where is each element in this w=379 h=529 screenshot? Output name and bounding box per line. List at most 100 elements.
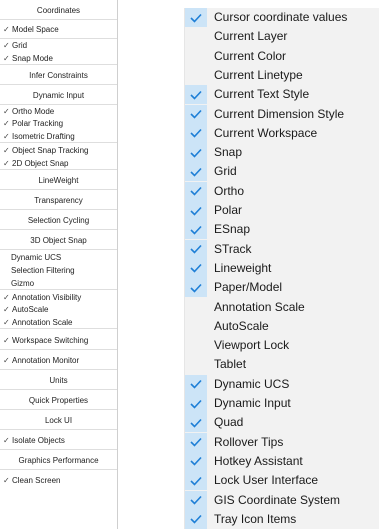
menu-item[interactable]: Cursor coordinate values	[185, 8, 379, 27]
customization-item[interactable]: Dynamic UCS	[0, 251, 117, 264]
checkmark-icon: ✓	[3, 25, 10, 34]
customization-item[interactable]: ✓ Clean Screen	[0, 471, 117, 490]
menu-item[interactable]: Rollover Tips	[185, 432, 379, 452]
customization-item[interactable]: Coordinates	[0, 1, 117, 20]
customization-item-label: Workspace Switching	[12, 336, 89, 345]
customization-item-label: Isometric Drafting	[12, 132, 75, 141]
menu-item[interactable]: Current Text Style	[185, 85, 379, 105]
checkmark-icon	[185, 8, 207, 27]
menu-item[interactable]: Dynamic UCS	[185, 374, 379, 394]
menu-item-label: Rollover Tips	[214, 434, 284, 449]
menu-item-label: Current Text Style	[214, 87, 310, 102]
customization-item[interactable]: ✓ Snap Mode	[0, 52, 117, 65]
customization-item[interactable]: Quick Properties	[0, 391, 117, 410]
menu-item[interactable]: Lock User Interface	[185, 471, 379, 491]
checkmark-icon	[185, 413, 207, 433]
customization-item[interactable]: Transparency	[0, 191, 117, 210]
menu-item[interactable]: Annotation Scale	[185, 298, 379, 317]
menu-item[interactable]: Lineweight	[185, 258, 379, 278]
menu-item-label: Grid	[214, 164, 237, 179]
menu-item[interactable]: ESnap	[185, 220, 379, 240]
checkmark-icon: ✓	[3, 436, 10, 445]
menu-item-label: GIS Coordinate System	[214, 492, 341, 507]
menu-item[interactable]: Viewport Lock	[185, 336, 379, 355]
customization-item[interactable]: Gizmo	[0, 277, 117, 290]
customization-item-label: Snap Mode	[12, 54, 53, 63]
menu-item[interactable]: Current Workspace	[185, 123, 379, 143]
customization-item-label: 2D Object Snap	[12, 159, 69, 168]
menu-item[interactable]: Tablet	[185, 355, 379, 374]
menu-item-label: Current Layer	[214, 29, 288, 44]
menu-item-label: Ortho	[214, 183, 245, 198]
customization-item[interactable]: ✓ Model Space	[0, 20, 117, 39]
status-bar-context-menu: Cursor coordinate values Current Layer Cur…	[184, 8, 379, 529]
customization-item[interactable]: ✓ 2D Object Snap	[0, 157, 117, 170]
customization-item[interactable]: ✓ Polar Tracking	[0, 118, 117, 130]
menu-item-label: Lineweight	[214, 260, 272, 275]
customization-item[interactable]: ✓ Annotation Visibility	[0, 292, 117, 304]
checkmark-icon	[185, 181, 207, 201]
menu-item[interactable]: Current Layer	[185, 27, 379, 46]
customization-item-label: Selection Cycling	[27, 216, 90, 225]
menu-item-label: Current Workspace	[214, 125, 318, 140]
menu-item-label: Polar	[214, 203, 243, 217]
menu-item[interactable]: Grid	[185, 162, 379, 182]
customization-item-label: Quick Properties	[28, 396, 89, 405]
menu-item[interactable]: Current Color	[185, 47, 379, 66]
menu-item[interactable]: Paper/Model	[185, 278, 379, 298]
customization-item-label: Isolate Objects	[12, 436, 65, 445]
customization-item-label: Selection Filtering	[11, 266, 75, 275]
checkmark-icon	[185, 258, 207, 278]
checkmark-icon	[185, 490, 207, 510]
customization-item[interactable]: Infer Constraints	[0, 66, 117, 85]
customization-item[interactable]: ✓ Annotation Scale	[0, 316, 117, 329]
checkmark-icon: ✓	[3, 54, 10, 63]
customization-item[interactable]: ✓ Annotation Monitor	[0, 351, 117, 370]
menu-item[interactable]: Current Dimension Style	[185, 104, 379, 124]
checkmark-icon	[185, 143, 207, 163]
customization-item[interactable]: ✓ Ortho Mode	[0, 106, 117, 118]
menu-item[interactable]: Polar	[185, 201, 379, 220]
customization-item-label: Dynamic Input	[32, 91, 85, 100]
customization-item[interactable]: ✓ Object Snap Tracking	[0, 145, 117, 157]
customization-item[interactable]: ✓ Workspace Switching	[0, 331, 117, 350]
customization-item[interactable]: Selection Cycling	[0, 211, 117, 230]
menu-item[interactable]: Tray Icon Items	[185, 509, 379, 529]
menu-item[interactable]: Dynamic Input	[185, 394, 379, 413]
checkmark-icon	[185, 123, 207, 143]
customization-item[interactable]: 3D Object Snap	[0, 231, 117, 250]
customization-item-label: Transparency	[34, 196, 83, 205]
check-slot	[185, 336, 207, 355]
checkmark-icon	[185, 451, 207, 471]
menu-item[interactable]: Current Linetype	[185, 66, 379, 85]
customization-item[interactable]: Units	[0, 371, 117, 390]
menu-item-label: Tray Icon Items	[214, 511, 297, 526]
menu-item[interactable]: Snap	[185, 143, 379, 163]
menu-item[interactable]: AutoScale	[185, 317, 379, 336]
customization-item[interactable]: LineWeight	[0, 171, 117, 190]
customization-item[interactable]: Lock UI	[0, 411, 117, 430]
checkmark-icon	[185, 394, 207, 413]
customization-item[interactable]: Dynamic Input	[0, 86, 117, 105]
customization-item[interactable]: ✓ Isolate Objects	[0, 431, 117, 450]
menu-item[interactable]: Quad	[185, 413, 379, 433]
menu-item[interactable]: GIS Coordinate System	[185, 490, 379, 510]
menu-item-label: Viewport Lock	[214, 338, 290, 353]
customization-item-label: Object Snap Tracking	[12, 146, 89, 155]
customization-item-label: Lock UI	[44, 416, 73, 425]
checkmark-icon	[185, 471, 207, 491]
checkmark-icon	[185, 374, 207, 394]
customization-item[interactable]: ✓ Isometric Drafting	[0, 130, 117, 143]
customization-item[interactable]: ✓ AutoScale	[0, 304, 117, 316]
customization-item[interactable]: Graphics Performance	[0, 451, 117, 470]
menu-item[interactable]: Ortho	[185, 181, 379, 201]
menu-item-label: Cursor coordinate values	[214, 10, 348, 24]
customization-item[interactable]: ✓ Grid	[0, 40, 117, 52]
customization-item-label: Annotation Visibility	[12, 293, 82, 302]
status-bar-customization-list: Coordinates ✓ Model Space ✓ Grid ✓ Snap Mode In…	[0, 0, 118, 529]
customization-item-label: LineWeight	[38, 176, 79, 185]
checkmark-icon: ✓	[3, 318, 10, 327]
menu-item[interactable]: Hotkey Assistant	[185, 451, 379, 471]
menu-item[interactable]: STrack	[185, 239, 379, 259]
customization-item[interactable]: Selection Filtering	[0, 264, 117, 277]
